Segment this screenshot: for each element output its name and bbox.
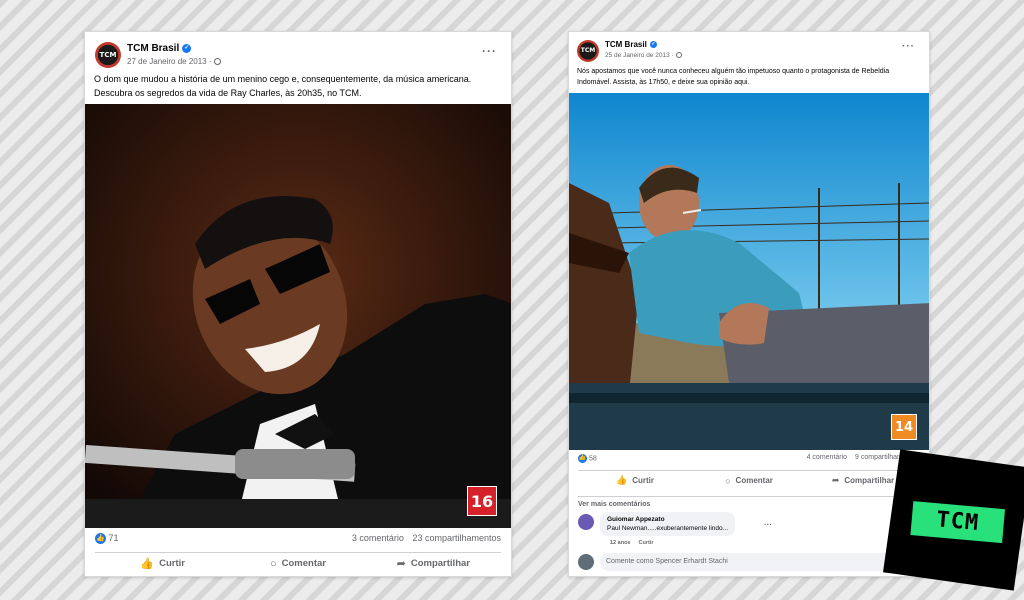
post-photo[interactable]: 14 [569,93,929,450]
comment-text: Paul Newman.....exuberantemente lindo... [607,525,729,532]
post-photo[interactable]: 16 [85,104,511,528]
share-icon: ➦ [396,558,406,570]
comment-label: Comentar [735,476,773,485]
verified-icon: ✓ [649,41,657,49]
age-rating-badge: 16 [467,486,497,516]
comment-composer: Comente como Spencer Erhardt Stachi ☺☻ [578,552,922,572]
post-stats: 👍 71 3 comentário 23 compartilhamentos [85,533,511,549]
paul-newman-photo [569,93,929,450]
more-options-icon[interactable]: ··· [902,41,915,52]
like-label: Curtir [632,476,654,485]
reactions-count[interactable]: 👍 71 [95,533,119,545]
like-button[interactable]: 👍 Curtir [578,471,692,490]
thumbs-up-icon: 👍 [616,475,628,485]
likes-count[interactable]: 58 [589,455,597,462]
page-name[interactable]: TCM Brasil ✓ [605,40,657,49]
shares-count[interactable]: 23 compartilhamentos [412,533,501,543]
comment-like-link[interactable]: Curtir [638,540,653,546]
comments-count[interactable]: 4 comentário [807,454,847,461]
likes-count[interactable]: 71 [109,533,119,543]
comment-button[interactable]: ○ Comentar [230,553,365,574]
comment-bubble: Guiomar Appezato Paul Newman.....exubera… [600,512,736,536]
engagement-counts: 3 comentário 23 compartilhamentos [346,533,501,543]
post-stats: 👍 58 4 comentário 9 compartilhamentos [569,454,929,468]
commenter-name[interactable]: Guiomar Appezato [607,515,728,524]
post-ray-charles: TCM TCM Brasil ✓ 27 de Janeiro de 2013 · … [84,31,512,577]
post-date-label[interactable]: 27 de Janeiro de 2013 · [127,57,212,66]
like-button[interactable]: 👍 Curtir [95,553,230,574]
post-text: Nós apostamos que você nunca conheceu al… [577,68,890,86]
comment-meta: 12 anos Curtir [610,540,661,546]
share-button[interactable]: ➦ Compartilhar [366,553,501,574]
view-more-comments-link[interactable]: Ver mais comentários [578,496,922,508]
like-reaction-icon: 👍 [95,533,106,545]
page-name-label[interactable]: TCM Brasil [605,40,647,49]
share-icon: ➦ [831,475,840,485]
share-label: Compartilhar [410,558,470,569]
post-date[interactable]: 27 de Janeiro de 2013 · [127,57,221,66]
comment-options-icon[interactable]: ··· [764,520,772,529]
like-reaction-icon: 👍 [578,454,587,463]
thumbs-up-icon: 👍 [140,558,155,570]
post-date-label[interactable]: 25 de Janeiro de 2013 · [605,52,674,59]
page-name-label[interactable]: TCM Brasil [127,43,179,54]
reactions-count[interactable]: 👍 58 [578,454,597,463]
post-actions: 👍 Curtir ○ Comentar ➦ Compartilhar [95,552,501,574]
ray-charles-photo [85,104,511,528]
page-avatar[interactable]: TCM [577,40,599,62]
comment-icon: ○ [269,557,277,570]
post-actions: 👍 Curtir ○ Comentar ➦ Compartilhar [578,470,920,490]
verified-icon: ✓ [182,43,192,53]
tcm-logo-badge: TCM [910,501,1006,544]
post-paul-newman: TCM TCM Brasil ✓ 25 de Janeiro de 2013 · … [568,31,930,577]
page-name[interactable]: TCM Brasil ✓ [127,43,192,54]
more-options-icon[interactable]: ··· [482,44,497,58]
globe-icon [213,58,221,66]
comment-input-placeholder: Comente como Spencer Erhardt Stachi [606,558,728,565]
tcm-logo: TCM [883,449,1024,591]
page-avatar[interactable]: TCM [95,42,121,68]
age-rating-badge: 14 [891,414,917,440]
comment-label: Comentar [281,558,326,569]
comments-count[interactable]: 3 comentário [352,533,404,543]
user-avatar[interactable] [578,554,594,570]
post-text: O dom que mudou a história de um menino … [94,74,472,98]
share-label: Compartilhar [844,476,895,485]
globe-icon [675,52,682,59]
comment-input[interactable]: Comente como Spencer Erhardt Stachi ☺☻ [600,553,922,571]
post-date[interactable]: 25 de Janeiro de 2013 · [605,52,682,59]
comment-age[interactable]: 12 anos [610,540,630,546]
like-label: Curtir [159,558,185,569]
comment-item: Guiomar Appezato Paul Newman.....exubera… [578,512,918,552]
comment-icon: ○ [725,475,731,486]
comment-button[interactable]: ○ Comentar [692,471,806,490]
commenter-avatar[interactable] [578,514,594,530]
